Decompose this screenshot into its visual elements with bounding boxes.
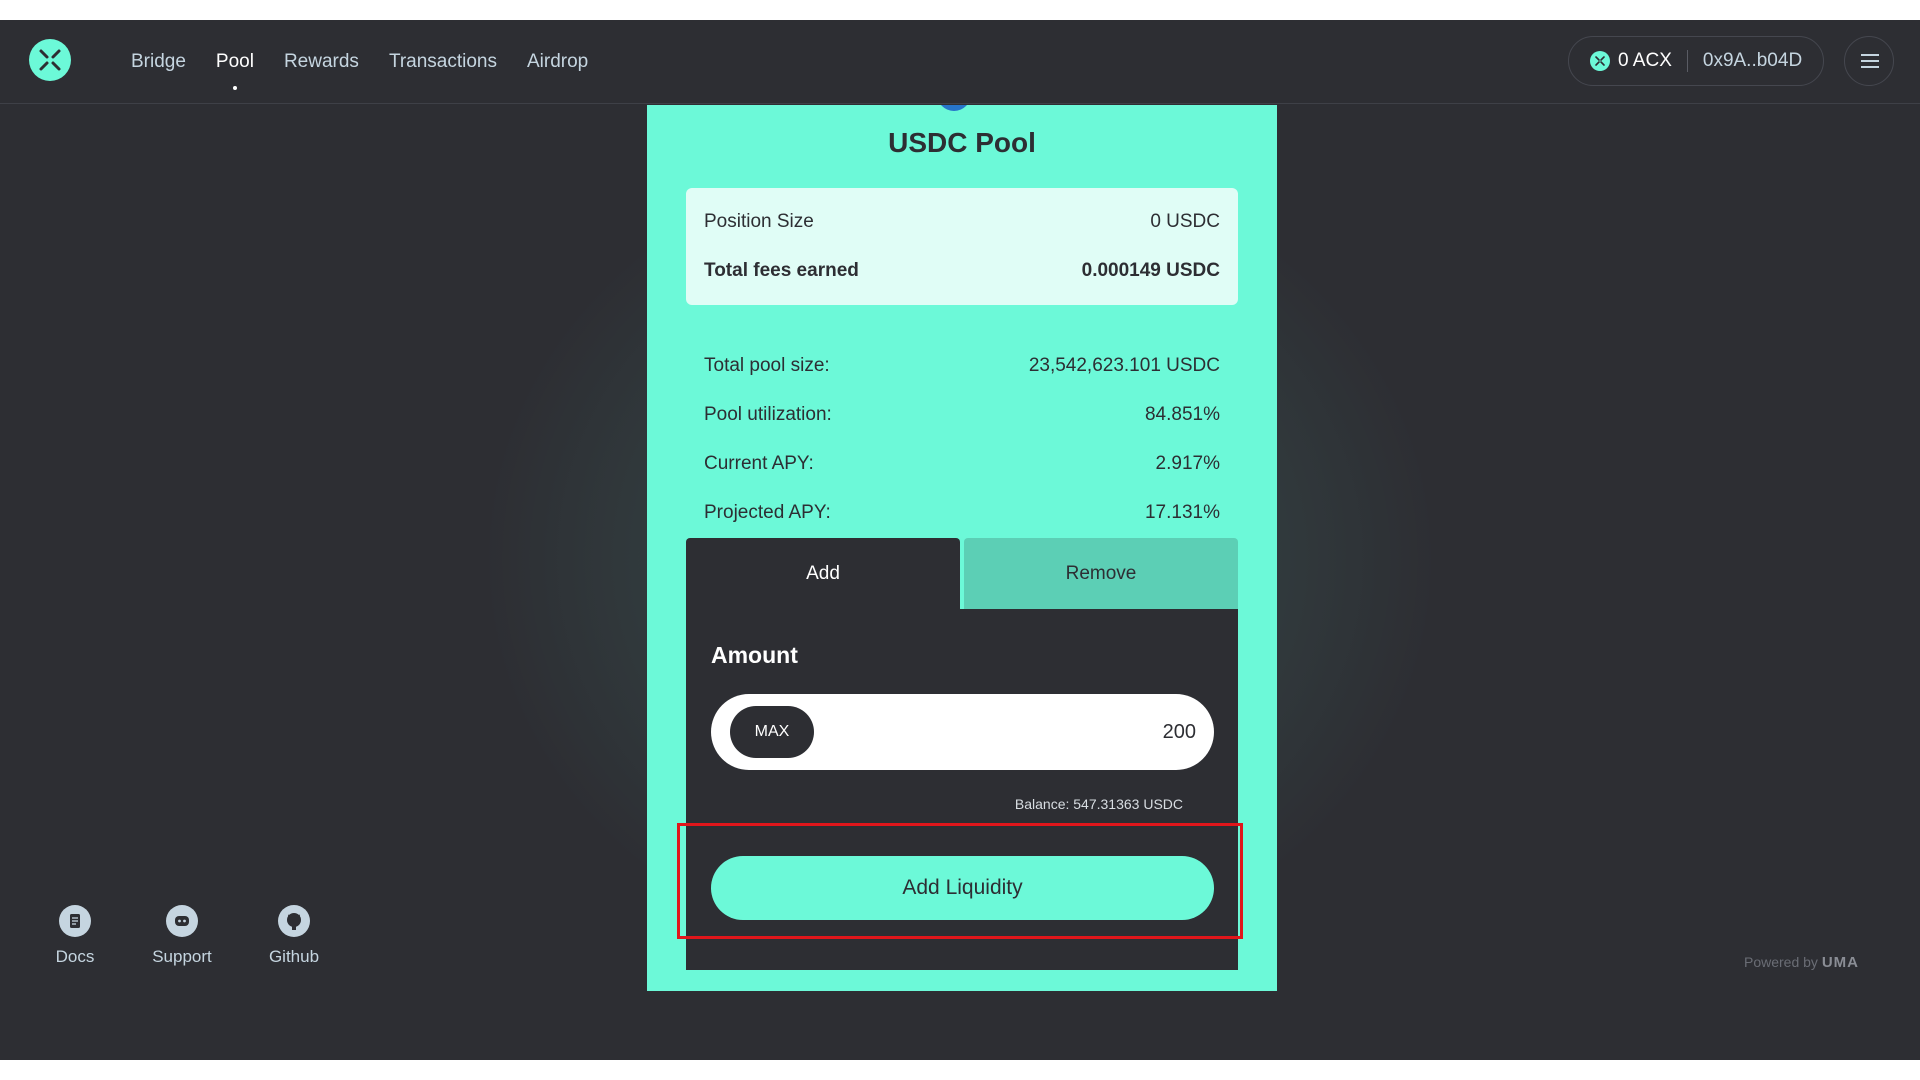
across-logo-icon[interactable]	[29, 39, 71, 81]
position-size-row: Position Size 0 USDC	[704, 211, 1220, 233]
amount-input[interactable]	[896, 694, 1196, 770]
wallet-divider	[1686, 50, 1688, 72]
stat-value: 84.851%	[1144, 404, 1220, 425]
nav-rewards[interactable]: Rewards	[284, 20, 359, 104]
uma-logo[interactable]: UMA	[1822, 954, 1859, 971]
app-window: Bridge Pool Rewards Transactions Airdrop…	[0, 20, 1920, 1060]
docs-icon	[59, 905, 91, 937]
fees-earned-value: 0.000149 USDC	[1081, 260, 1220, 281]
stat-row-pool-size: Total pool size: 23,542,623.101 USDC	[704, 355, 1220, 377]
stat-row-utilization: Pool utilization: 84.851%	[704, 404, 1220, 426]
nav-transactions[interactable]: Transactions	[389, 20, 497, 104]
discord-icon	[166, 905, 198, 937]
nav-pool[interactable]: Pool	[216, 20, 254, 104]
footer-link-label: Docs	[55, 947, 95, 966]
stat-row-projected-apy: Projected APY: 17.131%	[704, 502, 1220, 524]
footer-github-link[interactable]: Github	[254, 905, 334, 967]
max-button[interactable]: MAX	[730, 706, 814, 758]
github-icon	[278, 905, 310, 937]
amount-field: MAX	[711, 694, 1214, 770]
tab-add[interactable]: Add	[686, 538, 960, 609]
wallet-address: 0x9A..b04D	[1702, 50, 1803, 71]
usdc-logo-icon	[937, 105, 971, 111]
active-indicator-dot	[232, 86, 237, 90]
stat-row-current-apy: Current APY: 2.917%	[704, 453, 1220, 475]
nav-bridge[interactable]: Bridge	[131, 20, 186, 104]
pool-title: USDC Pool	[888, 127, 1036, 158]
stat-value: 17.131%	[1144, 502, 1220, 523]
top-header: Bridge Pool Rewards Transactions Airdrop…	[0, 20, 1920, 104]
footer-docs-link[interactable]: Docs	[35, 905, 115, 967]
highlight-annotation-box	[677, 823, 1243, 939]
acx-logo-icon	[1590, 51, 1610, 71]
liquidity-tabs: Add Remove	[686, 538, 1238, 609]
fees-earned-label: Total fees earned	[704, 260, 859, 281]
amount-label: Amount	[711, 642, 798, 668]
powered-by-text: Powered by UMA	[1744, 954, 1859, 971]
stat-value: 23,542,623.101 USDC	[1028, 355, 1220, 376]
footer-support-link[interactable]: Support	[142, 905, 222, 967]
balance-text: Balance: 547.31363 USDC	[1014, 796, 1183, 812]
main-nav: Bridge Pool Rewards Transactions Airdrop	[131, 20, 618, 104]
wallet-button[interactable]: 0 ACX 0x9A..b04D	[1568, 36, 1824, 86]
position-size-label: Position Size	[704, 211, 814, 232]
acx-balance: 0 ACX	[1618, 50, 1672, 71]
stat-label: Pool utilization:	[704, 404, 832, 425]
fees-earned-row: Total fees earned 0.000149 USDC	[704, 260, 1220, 282]
stat-label: Projected APY:	[704, 502, 831, 523]
nav-airdrop[interactable]: Airdrop	[527, 20, 588, 104]
position-summary: Position Size 0 USDC Total fees earned 0…	[686, 188, 1238, 305]
stat-label: Current APY:	[704, 453, 814, 474]
stat-value: 2.917%	[1155, 453, 1220, 474]
stat-label: Total pool size:	[704, 355, 830, 376]
hamburger-menu-icon[interactable]	[1844, 36, 1894, 86]
position-size-value: 0 USDC	[1150, 211, 1220, 232]
tab-remove[interactable]: Remove	[964, 538, 1238, 609]
footer-link-label: Github	[268, 947, 320, 966]
footer-link-label: Support	[152, 947, 212, 966]
